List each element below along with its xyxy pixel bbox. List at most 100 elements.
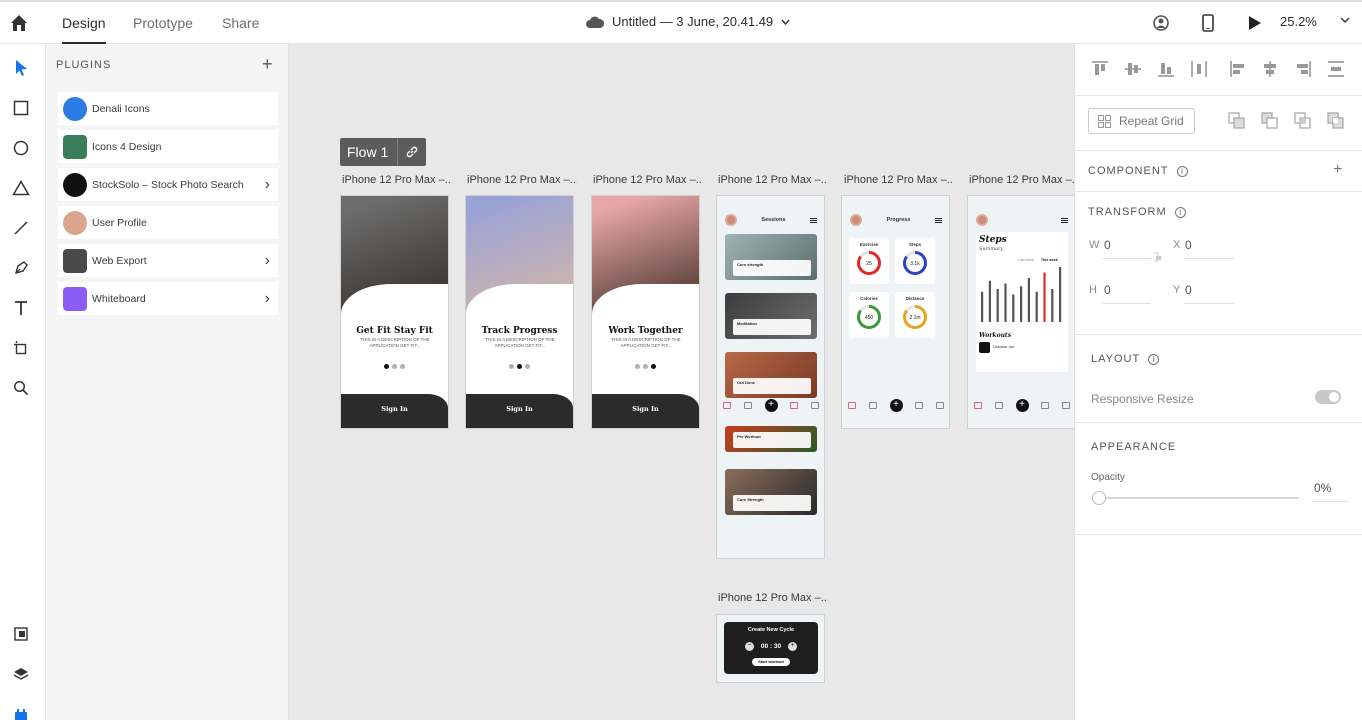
plugin-item[interactable]: StockSolo – Stock Photo Search › <box>58 168 278 201</box>
plus-button: + <box>788 642 797 651</box>
canvas[interactable]: Flow 1 iPhone 12 Pro Max –... iPhone 12 … <box>289 44 1074 720</box>
opacity-slider-handle[interactable] <box>1092 491 1106 505</box>
home-icon[interactable] <box>9 13 29 33</box>
add-component-button[interactable]: + <box>1333 161 1342 179</box>
artboard-onboarding[interactable]: Track Progress THIS IS A DESCRIPTION OF T… <box>465 195 574 429</box>
info-icon[interactable]: i <box>1174 206 1186 218</box>
align-right-icon[interactable] <box>1294 60 1312 78</box>
tab-share[interactable]: Share <box>222 15 259 31</box>
artboard-label[interactable]: iPhone 12 Pro Max –... <box>718 592 828 604</box>
link-icon[interactable] <box>398 145 426 159</box>
x-field[interactable]: 0 <box>1185 238 1192 252</box>
onboarding-description: THIS IS A DESCRIPTION OF THE APPLICATION… <box>611 337 681 348</box>
rectangle-tool-icon[interactable] <box>11 98 31 118</box>
session-name: Meditation <box>737 321 757 326</box>
plugin-icon <box>63 248 87 273</box>
info-icon[interactable]: i <box>1176 165 1188 177</box>
artboard-label[interactable]: iPhone 12 Pro Max –... <box>969 174 1074 186</box>
play-icon[interactable] <box>1245 14 1263 32</box>
avatar <box>976 214 988 226</box>
opacity-label: Opacity <box>1091 472 1125 483</box>
create-cycle-card: Create New Cycle − 00 : 30 + Start worko… <box>724 622 818 674</box>
progress-card-value: 450 <box>865 315 874 321</box>
polygon-tool-icon[interactable] <box>11 178 31 198</box>
intersect-boolean-icon[interactable] <box>1294 112 1312 130</box>
chevron-right-icon[interactable]: › <box>265 176 270 194</box>
layers-icon[interactable] <box>11 664 31 684</box>
plugin-name: Web Export <box>92 254 147 267</box>
zoom-level[interactable]: 25.2% <box>1280 14 1317 29</box>
text-tool-icon[interactable] <box>11 298 31 318</box>
exclude-boolean-icon[interactable] <box>1327 112 1345 130</box>
plugin-item[interactable]: Denali Icons <box>58 92 278 125</box>
zoom-tool-icon[interactable] <box>11 378 31 398</box>
artboard-sessions[interactable]: Sessions Core strength Meditation Out Done… <box>716 195 825 559</box>
distribute-horizontal-icon[interactable] <box>1190 60 1208 78</box>
ellipse-tool-icon[interactable] <box>11 138 31 158</box>
width-field[interactable]: 0 <box>1104 238 1111 252</box>
progress-ring: 2.1m <box>903 305 927 329</box>
plugins-icon[interactable] <box>11 704 31 720</box>
plugin-item[interactable]: Icons 4 Design <box>58 130 278 163</box>
align-bottom-icon[interactable] <box>1157 60 1175 78</box>
progress-card: Calories 450 <box>849 292 889 338</box>
artboard-label[interactable]: iPhone 12 Pro Max –... <box>844 174 954 186</box>
y-field[interactable]: 0 <box>1185 283 1192 297</box>
repeat-grid-button[interactable]: Repeat Grid <box>1088 108 1195 134</box>
plugin-item[interactable]: Whiteboard › <box>58 282 278 315</box>
artboard-label[interactable]: iPhone 12 Pro Max –... <box>593 174 703 186</box>
distribute-vertical-icon[interactable] <box>1327 60 1345 78</box>
info-icon[interactable]: i <box>1148 353 1160 365</box>
plugin-item[interactable]: User Profile <box>58 206 278 239</box>
artboard-onboarding[interactable]: Get Fit Stay Fit THIS IS A DESCRIPTION OF… <box>340 195 449 429</box>
progress-card-value: 2.1m <box>909 315 920 321</box>
cycle-time: 00 : 30 <box>760 643 782 650</box>
tab-design[interactable]: Design <box>62 15 106 44</box>
tab-prototype[interactable]: Prototype <box>133 15 193 31</box>
opacity-value[interactable]: 0% <box>1314 481 1331 495</box>
plugin-name: StockSolo – Stock Photo Search <box>92 178 244 191</box>
assets-icon[interactable] <box>11 624 31 644</box>
artboard-label[interactable]: iPhone 12 Pro Max –... <box>467 174 577 186</box>
document-title[interactable]: Untitled — 3 June, 20.41.49 <box>586 14 790 29</box>
artboard-steps[interactable]: Steps Summary Last week This week Workou… <box>967 195 1074 429</box>
device-preview-icon[interactable] <box>1199 14 1217 32</box>
plugin-name: Icons 4 Design <box>92 140 162 153</box>
lock-icon[interactable] <box>1154 250 1162 264</box>
height-field[interactable]: 0 <box>1104 283 1111 297</box>
align-left-icon[interactable] <box>1229 60 1247 78</box>
responsive-resize-toggle[interactable] <box>1315 390 1341 404</box>
artboard-label[interactable]: iPhone 12 Pro Max –... <box>718 174 828 186</box>
user-profile-icon[interactable] <box>1152 14 1170 32</box>
responsive-resize-label: Responsive Resize <box>1091 392 1194 406</box>
align-center-icon[interactable] <box>1261 60 1279 78</box>
steps-bar-chart <box>981 267 1062 322</box>
component-section: COMPONENT i + <box>1075 151 1362 192</box>
chevron-down-icon[interactable] <box>1340 17 1350 24</box>
menu-icon <box>934 217 942 223</box>
artboard-progress[interactable]: Progress Exercise 25 Steps 3.1k Calories 450 D… <box>841 195 950 429</box>
flow-label[interactable]: Flow 1 <box>340 138 427 166</box>
steps-bar <box>1020 286 1023 322</box>
chevron-right-icon[interactable]: › <box>265 252 270 270</box>
subtract-boolean-icon[interactable] <box>1261 112 1279 130</box>
artboard-label[interactable]: iPhone 12 Pro Max –... <box>342 174 452 186</box>
artboard-create-cycle[interactable]: Create New Cycle − 00 : 30 + Start worko… <box>716 614 825 683</box>
plugin-icon <box>63 134 87 159</box>
align-middle-icon[interactable] <box>1124 60 1142 78</box>
line-tool-icon[interactable] <box>11 218 31 238</box>
plugin-item[interactable]: Web Export › <box>58 244 278 277</box>
pen-tool-icon[interactable] <box>11 258 31 278</box>
add-plugin-button[interactable]: + <box>262 54 273 75</box>
session-caption: Meditation <box>733 319 811 335</box>
align-top-icon[interactable] <box>1091 60 1109 78</box>
select-tool-icon[interactable] <box>11 58 31 78</box>
opacity-slider-track[interactable] <box>1097 497 1299 499</box>
height-underline <box>1103 303 1151 304</box>
artboard-onboarding[interactable]: Work Together THIS IS A DESCRIPTION OF TH… <box>591 195 700 429</box>
chevron-right-icon[interactable]: › <box>265 290 270 308</box>
artboard-tool-icon[interactable] <box>11 338 31 358</box>
progress-card-value: 25 <box>866 261 872 267</box>
workout-item: Outdoor run <box>993 344 1015 349</box>
add-boolean-icon[interactable] <box>1228 112 1246 130</box>
